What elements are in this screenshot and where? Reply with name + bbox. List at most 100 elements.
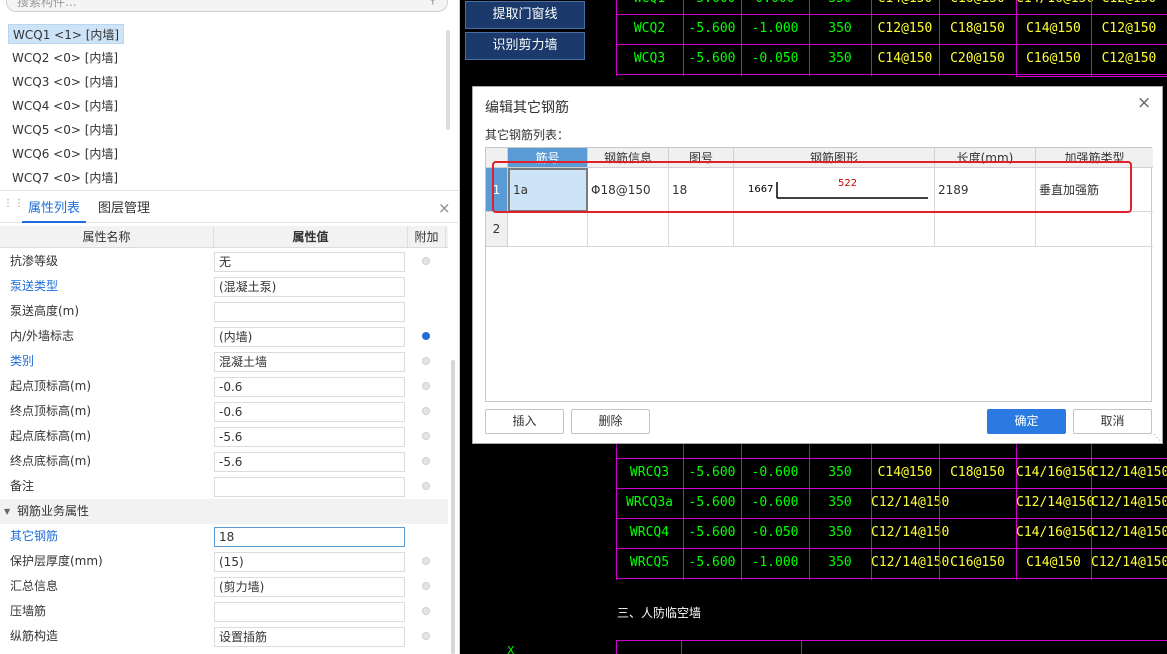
resize-grip-icon[interactable]: ⋱ [1153, 433, 1161, 442]
row-number[interactable]: 2 [486, 212, 508, 247]
property-scrollbar[interactable] [451, 360, 455, 654]
property-row: 起点顶标高(m) -0.6 [0, 374, 448, 399]
cad-cell: C14@150 [1026, 555, 1081, 570]
extract-door-window-button[interactable]: 提取门窗线 [465, 1, 585, 29]
cad-grid-line [683, 444, 684, 580]
reinforcement-type-cell[interactable] [1036, 212, 1153, 247]
attach-radio[interactable] [422, 457, 430, 465]
attach-radio[interactable] [422, 407, 430, 415]
property-value-field[interactable]: (内墙) [214, 327, 405, 347]
cad-grid-line [616, 74, 1167, 75]
property-value-field[interactable]: 设置插筋 [214, 627, 405, 647]
rebar-info-cell[interactable] [588, 212, 669, 247]
attach-radio[interactable] [422, 432, 430, 440]
cad-cell: C14@150 [1026, 21, 1081, 36]
property-value-field[interactable]: -5.6 [214, 452, 405, 472]
property-name: 终点顶标高(m) [10, 404, 92, 418]
cad-cell: -5.600 [683, 0, 741, 14]
attach-radio[interactable] [422, 607, 430, 615]
collapse-arrow-icon[interactable]: ▼ [4, 507, 10, 516]
cad-cell: C16@150 [939, 0, 1016, 14]
property-value-field[interactable] [214, 477, 405, 497]
property-row: 抗渗等级 无 [0, 249, 448, 274]
cad-cell: C18@150 [950, 465, 1005, 480]
cad-cell: C12/14@150 [871, 525, 950, 540]
cad-cell: 350 [828, 465, 852, 480]
property-row: 内/外墙标志 (内墙) [0, 324, 448, 349]
property-value-field[interactable]: (15) [214, 552, 405, 572]
cancel-button[interactable]: 取消 [1073, 409, 1152, 434]
cad-cell: C14/16@150 [1016, 465, 1095, 480]
list-item[interactable]: WCQ7 <0> [内墙] [8, 168, 122, 188]
attach-radio[interactable] [422, 382, 430, 390]
attach-radio[interactable] [422, 632, 430, 640]
insert-button[interactable]: 插入 [485, 409, 564, 434]
property-value-field[interactable]: -0.6 [214, 377, 405, 397]
rebar-list-label: 其它钢筋列表： [485, 128, 570, 142]
attach-radio[interactable] [422, 332, 430, 340]
property-name: 保护层厚度(mm) [10, 554, 103, 568]
attach-radio[interactable] [422, 582, 430, 590]
list-item[interactable]: WCQ2 <0> [内墙] [8, 48, 122, 68]
property-name: 内/外墙标志 [10, 329, 75, 343]
cad-grid-line [939, 0, 940, 76]
cad-cell: -0.600 [751, 465, 799, 480]
property-row: 压墙筋 [0, 599, 448, 624]
property-value-field[interactable]: -0.6 [214, 402, 405, 422]
tab-properties[interactable]: 属性列表 [22, 197, 87, 223]
identify-shear-wall-button[interactable]: 识别剪力墙 [465, 32, 585, 60]
property-value-field[interactable]: -5.6 [214, 427, 405, 447]
property-name: 类别 [10, 354, 35, 368]
cad-cell: -0.600 [751, 495, 799, 510]
property-value-field[interactable] [214, 602, 405, 622]
bar-number-cell[interactable] [508, 212, 588, 247]
list-item[interactable]: WCQ1 <1> [内墙] [8, 24, 125, 44]
property-group-header[interactable]: ▼ 钢筋业务属性 [0, 499, 448, 524]
cad-grid-line [741, 0, 742, 76]
property-name: 起点顶标高(m) [10, 379, 92, 393]
search-input[interactable]: 搜索构件... ⚲ [6, 0, 448, 12]
tab-layers[interactable]: 图层管理 [92, 197, 156, 223]
property-value-field[interactable]: 混凝土墙 [214, 352, 405, 372]
search-icon[interactable]: ⚲ [428, 0, 437, 6]
cad-grid-line [1016, 444, 1017, 580]
property-row: 纵筋构造 设置插筋 [0, 624, 448, 649]
cad-cell: -5.600 [688, 51, 736, 66]
list-item[interactable]: WCQ4 <0> [内墙] [8, 96, 122, 116]
property-value-field[interactable]: 18 ··· [214, 527, 617, 547]
close-icon[interactable]: × [1137, 93, 1151, 113]
property-row: 终点顶标高(m) -0.6 [0, 399, 448, 424]
property-name: 汇总信息 [10, 579, 59, 593]
cad-cell: 350 [828, 495, 852, 510]
delete-button[interactable]: 删除 [571, 409, 650, 434]
length-cell[interactable] [935, 212, 1036, 247]
cad-cell: 350 [828, 555, 852, 570]
list-item[interactable]: WCQ6 <0> [内墙] [8, 144, 122, 164]
attach-radio[interactable] [422, 482, 430, 490]
cad-grid-line [801, 640, 802, 654]
cad-cell: WRCQ3a [626, 495, 673, 510]
figure-number-cell[interactable] [669, 212, 734, 247]
attach-radio[interactable] [422, 557, 430, 565]
close-icon[interactable]: × [438, 199, 451, 217]
attach-radio[interactable] [422, 257, 430, 265]
property-value-field[interactable]: 无 [214, 252, 405, 272]
wall-list: WCQ1 <1> [内墙] WCQ2 <0> [内墙] WCQ3 <0> [内墙… [0, 22, 448, 188]
ok-button[interactable]: 确定 [987, 409, 1066, 434]
property-row: 起点底标高(m) -5.6 [0, 424, 448, 449]
property-value-field[interactable] [214, 302, 405, 322]
left-panel: 搜索构件... ⚲ WCQ1 <1> [内墙] WCQ2 <0> [内墙] WC… [0, 0, 617, 654]
attach-radio[interactable] [422, 357, 430, 365]
list-scrollbar[interactable] [446, 30, 450, 130]
list-item[interactable]: WCQ5 <0> [内墙] [8, 120, 122, 140]
divider [0, 190, 460, 191]
rebar-shape-cell[interactable] [734, 212, 935, 247]
property-value-field[interactable]: (混凝土泵) [214, 277, 405, 297]
drag-grip-icon[interactable]: ⋮⋮ [3, 199, 24, 217]
cad-grid-line [741, 444, 742, 580]
cad-grid-line [683, 0, 684, 76]
cad-cell [939, 518, 1016, 548]
list-item[interactable]: WCQ3 <0> [内墙] [8, 72, 122, 92]
property-value-field[interactable]: (剪力墙) [214, 577, 405, 597]
cad-cell: WCQ1 [616, 0, 683, 14]
